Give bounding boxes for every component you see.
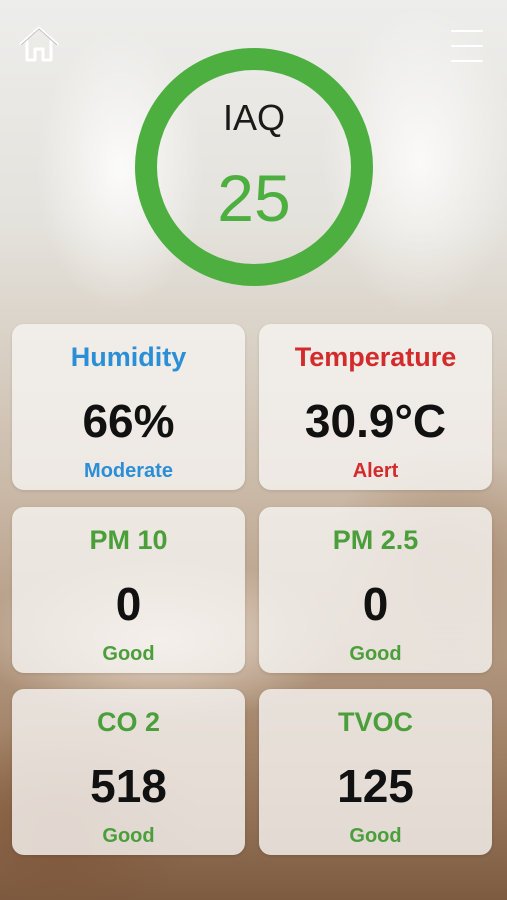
home-icon — [19, 26, 59, 62]
tvoc-value: 125 — [337, 760, 414, 812]
co2-card[interactable]: CO 2 518 Good — [12, 689, 245, 855]
pm10-value: 0 — [115, 578, 142, 630]
temperature-value: 30.9°C — [304, 395, 447, 447]
home-button[interactable] — [18, 24, 60, 64]
header: IAQ 25 — [0, 0, 507, 300]
humidity-value: 66% — [82, 395, 175, 447]
temperature-status: Alert — [352, 460, 399, 482]
humidity-status: Moderate — [84, 460, 173, 482]
pm10-status: Good — [102, 643, 155, 665]
co2-status: Good — [102, 825, 155, 847]
temperature-title: Temperature — [294, 342, 457, 372]
pm25-status: Good — [349, 643, 402, 665]
humidity-card[interactable]: Humidity 66% Moderate — [12, 324, 245, 490]
co2-title: CO 2 — [96, 707, 161, 737]
pm25-card[interactable]: PM 2.5 0 Good — [259, 507, 492, 673]
pm25-title: PM 2.5 — [332, 525, 419, 555]
pm10-title: PM 10 — [89, 525, 168, 555]
iaq-value: 25 — [217, 161, 291, 235]
tvoc-card[interactable]: TVOC 125 Good — [259, 689, 492, 855]
tvoc-status: Good — [349, 825, 402, 847]
tvoc-title: TVOC — [337, 707, 413, 737]
pm25-value: 0 — [362, 578, 389, 630]
iaq-label: IAQ — [222, 97, 285, 138]
hamburger-menu-icon — [451, 30, 483, 32]
humidity-title: Humidity — [70, 342, 187, 372]
menu-button[interactable] — [451, 30, 483, 62]
co2-value: 518 — [90, 760, 167, 812]
temperature-card[interactable]: Temperature 30.9°C Alert — [259, 324, 492, 490]
pm10-card[interactable]: PM 10 0 Good — [12, 507, 245, 673]
